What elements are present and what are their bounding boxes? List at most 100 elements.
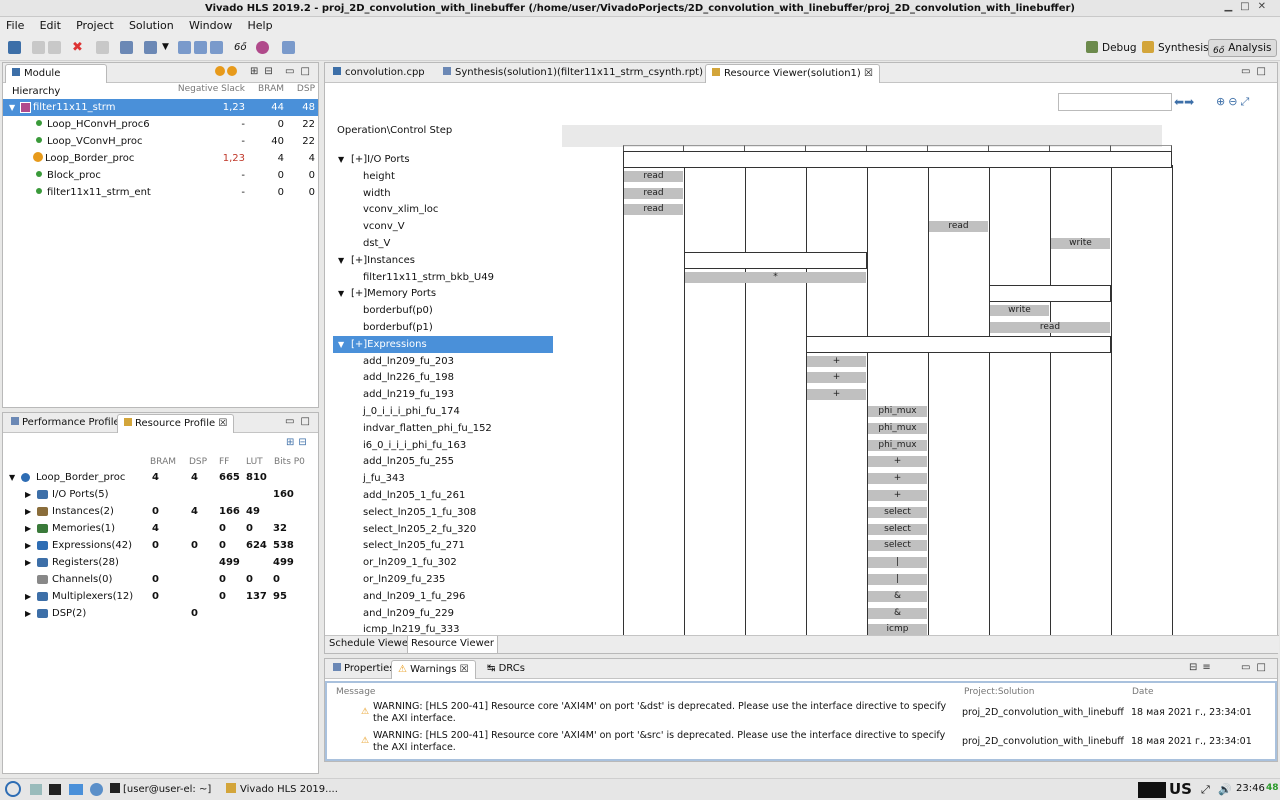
resource-bar[interactable]: select [868, 540, 927, 552]
operation-row[interactable]: borderbuf(p0) [333, 302, 553, 319]
hierarchy-row[interactable]: filter11x11_strm_ent - 0 0 [3, 184, 318, 201]
resource-bar[interactable]: read [624, 187, 683, 199]
resource-bar[interactable]: | [868, 557, 927, 569]
operation-group[interactable]: ▼ [+]Expressions [333, 335, 553, 353]
network-icon[interactable]: ⤢ [1201, 783, 1210, 797]
filter-icon[interactable]: ⊟ [1189, 662, 1202, 673]
resource-bar[interactable]: read [929, 221, 988, 233]
menu-help[interactable]: Help [242, 17, 279, 35]
operation-row[interactable]: and_ln209_fu_229 [333, 605, 553, 622]
operation-row[interactable]: add_ln226_fu_198 [333, 369, 553, 386]
close-icon[interactable]: ✕ [1258, 1, 1274, 12]
tab-resource-viewer-bottom[interactable]: Resource Viewer [407, 636, 499, 654]
resource-bar[interactable]: write [1051, 238, 1110, 249]
resource-bar[interactable]: + [868, 490, 927, 501]
column-date[interactable]: Date [1132, 687, 1154, 697]
resource-bar[interactable]: read [990, 322, 1110, 333]
menu-project[interactable]: Project [70, 17, 120, 35]
resource-bar[interactable]: + [868, 473, 927, 485]
menu-window[interactable]: Window [183, 17, 238, 35]
maximize-view-icon[interactable]: □ [300, 66, 315, 77]
expand-arrow-icon[interactable]: ▶ [25, 537, 31, 554]
export-rtl-icon[interactable] [282, 41, 295, 54]
minimize-view-icon[interactable]: ▭ [1241, 662, 1256, 673]
expand-arrow-icon[interactable]: ▼ [9, 469, 15, 486]
expand-arrow-icon[interactable]: ▶ [25, 486, 31, 503]
resource-bar[interactable]: write [990, 305, 1049, 317]
new-solution-icon[interactable] [144, 41, 157, 54]
operation-row[interactable]: select_ln205_2_fu_320 [333, 521, 553, 538]
operation-row[interactable]: vconv_xlim_loc [333, 201, 553, 218]
expand-arrow-icon[interactable]: ▶ [25, 605, 31, 622]
resource-bar[interactable]: read [624, 170, 683, 182]
resource-row[interactable]: ▼ Loop_Border_proc 4 4 665 810 [3, 469, 318, 486]
hierarchy-row[interactable]: Loop_VConvH_proc - 40 22 [3, 133, 318, 150]
resource-bar[interactable]: + [807, 355, 866, 367]
save-all-icon[interactable] [48, 41, 61, 54]
file-manager-icon[interactable] [69, 784, 83, 795]
perspective-analysis[interactable]: 6ő Analysis [1208, 39, 1277, 57]
project-settings-icon[interactable] [120, 41, 133, 54]
print-icon[interactable] [96, 41, 109, 54]
maximize-view-icon[interactable]: □ [300, 416, 315, 427]
system-monitor-icon[interactable] [1138, 782, 1166, 798]
resource-bar[interactable]: phi_mux [868, 439, 927, 451]
tab-module-hierarchy[interactable]: Module Hierarchy [5, 64, 107, 97]
resource-row[interactable]: ▶ Memories(1) 4 0 0 32 [3, 520, 318, 537]
resource-bar[interactable]: phi_mux [868, 422, 927, 434]
operation-row[interactable]: width [333, 185, 553, 202]
operation-row[interactable]: dst_V [333, 235, 553, 252]
close-tab-icon[interactable]: ☒ [218, 418, 227, 429]
open-report-icon[interactable] [256, 41, 269, 54]
expand-arrow-icon[interactable]: ▼ [9, 99, 15, 116]
resource-bar[interactable]: * [685, 271, 866, 283]
operation-group[interactable]: ▼ [+]Memory Ports [333, 285, 553, 302]
taskbar-terminal[interactable]: [user@user-el: ~] [110, 781, 211, 799]
new-project-icon[interactable] [8, 41, 21, 54]
resource-bar[interactable]: select [868, 506, 927, 518]
resource-bar[interactable]: read [624, 204, 683, 216]
operation-row[interactable]: borderbuf(p1) [333, 319, 553, 336]
expand-arrow-icon[interactable]: ▶ [25, 520, 31, 537]
expand-all-icon[interactable]: ⊞ [286, 437, 298, 448]
expand-arrow-icon[interactable]: ▶ [25, 503, 31, 520]
delete-icon[interactable]: ✖ [72, 41, 85, 54]
resource-bar[interactable]: icmp [868, 624, 927, 636]
menu-icon[interactable]: ≡ [1202, 662, 1215, 673]
resource-bar[interactable]: + [807, 372, 866, 384]
expand-all-icon[interactable]: ⊞ [250, 66, 264, 77]
resource-bar[interactable]: phi_mux [868, 406, 927, 417]
resource-bar[interactable]: | [868, 574, 927, 585]
expand-arrow-icon[interactable]: ▼ [338, 285, 344, 302]
operation-row[interactable]: add_ln205_fu_255 [333, 453, 553, 470]
expand-arrow-icon[interactable]: ▶ [25, 554, 31, 571]
operation-row[interactable]: filter11x11_strm_bkb_U49 [333, 269, 553, 286]
tab-schedule-viewer[interactable]: Schedule Viewer [329, 638, 412, 649]
compare-reports-icon[interactable]: 6ő [234, 41, 247, 54]
browser-icon[interactable] [90, 783, 103, 796]
operation-row[interactable]: select_ln205_fu_271 [333, 537, 553, 554]
operation-row[interactable]: indvar_flatten_phi_fu_152 [333, 420, 553, 437]
window-controls[interactable]: ▁□✕ [1224, 1, 1274, 12]
save-icon[interactable] [32, 41, 45, 54]
tab-warnings[interactable]: ⚠ Warnings ☒ [391, 660, 476, 679]
operation-group[interactable]: ▼ [+]I/O Ports [333, 151, 553, 168]
expand-arrow-icon[interactable]: ▼ [338, 151, 344, 168]
resource-row[interactable]: ▶ Multiplexers(12) 0 0 137 95 [3, 588, 318, 605]
resource-bar[interactable]: + [807, 389, 866, 401]
start-menu-icon[interactable] [5, 781, 21, 797]
menu-edit[interactable]: Edit [34, 17, 67, 35]
dropdown-arrow-icon[interactable]: ▼ [162, 41, 175, 54]
expand-arrow-icon[interactable]: ▶ [25, 588, 31, 605]
tab-drcs[interactable]: ↹ DRCs [481, 660, 531, 679]
resource-row[interactable]: ▶ Registers(28) 499 499 [3, 554, 318, 571]
maximize-view-icon[interactable]: □ [1256, 662, 1271, 673]
errors-filter-icon[interactable] [227, 66, 237, 76]
close-tab-icon[interactable]: ☒ [460, 664, 469, 675]
operation-row[interactable]: add_ln209_fu_203 [333, 353, 553, 370]
resource-bar[interactable]: select [868, 523, 927, 535]
tab-properties[interactable]: Properties [327, 660, 401, 679]
operation-row[interactable]: i6_0_i_i_i_phi_fu_163 [333, 437, 553, 454]
minimize-icon[interactable]: ▁ [1224, 1, 1240, 12]
resource-bar[interactable]: & [868, 607, 927, 619]
